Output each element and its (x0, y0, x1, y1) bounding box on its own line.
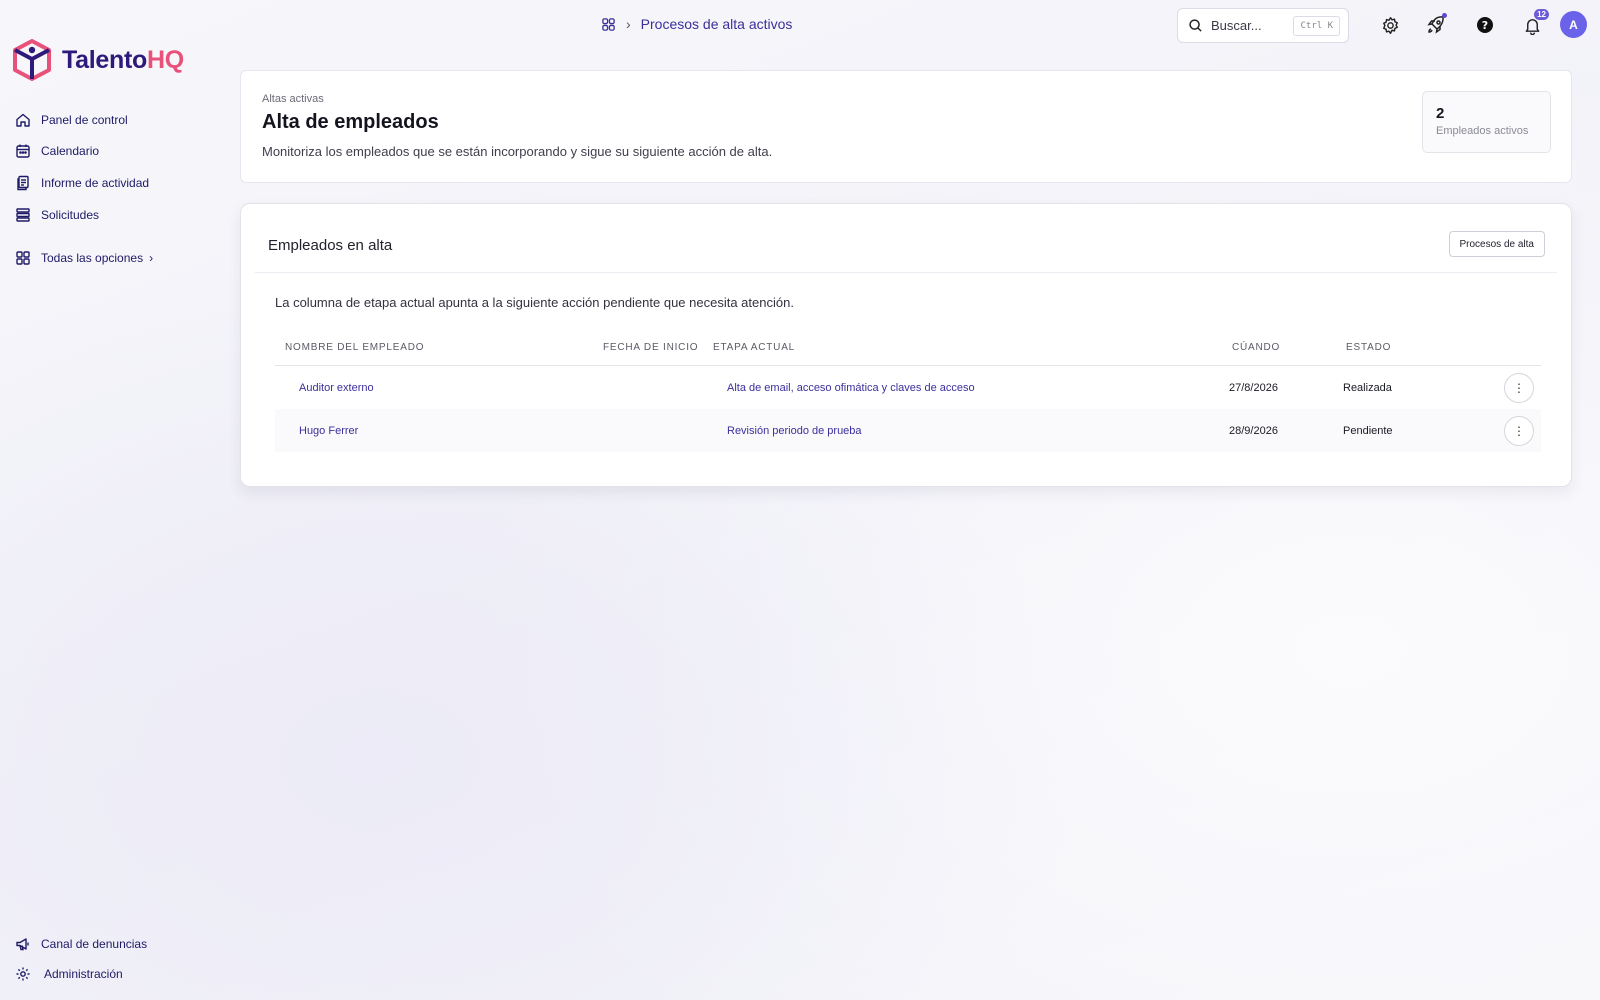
sidebar: TalentoHQ Panel de control Calendario In… (0, 0, 220, 1000)
sidebar-item-label: Administración (44, 967, 123, 981)
column-header-name[interactable]: NOMBRE DEL EMPLEADO (285, 342, 424, 353)
search-placeholder: Buscar... (1211, 18, 1262, 33)
help-icon: ? (1477, 17, 1493, 33)
list-icon (16, 208, 30, 222)
settings-button[interactable] (1379, 14, 1401, 36)
employee-name-link[interactable]: Auditor externo (299, 382, 374, 394)
home-icon (16, 113, 30, 127)
sidebar-item-dashboard[interactable]: Panel de control (15, 112, 128, 128)
sidebar-item-whistleblower-channel[interactable]: Canal de denuncias (15, 936, 147, 952)
search-icon (1189, 19, 1202, 32)
page-title: Alta de empleados (262, 111, 439, 133)
column-header-current-stage[interactable]: ETAPA ACTUAL (713, 342, 795, 353)
sidebar-item-label: Todas las opciones (41, 251, 144, 265)
when-cell: 27/8/2026 (1229, 382, 1278, 394)
chevron-right-icon: › (626, 16, 631, 32)
sidebar-item-calendar[interactable]: Calendario (15, 143, 99, 159)
user-avatar[interactable]: A (1560, 11, 1587, 38)
megaphone-icon (16, 938, 29, 951)
help-button[interactable]: ? (1474, 14, 1496, 36)
breadcrumb-current[interactable]: Procesos de alta activos (641, 16, 793, 32)
sidebar-item-administration[interactable]: Administración (15, 966, 123, 982)
apps-grid-icon[interactable] (601, 17, 616, 32)
onboarding-processes-button[interactable]: Procesos de alta (1448, 231, 1545, 257)
onboarding-rocket-button[interactable] (1425, 13, 1447, 36)
search-shortcut: Ctrl K (1293, 15, 1340, 36)
table-row: Hugo Ferrer Revisión periodo de prueba 2… (275, 409, 1541, 452)
sidebar-item-label: Panel de control (41, 113, 128, 127)
chevron-right-icon: › (149, 251, 154, 265)
sidebar-item-all-options[interactable]: Todas las opciones › (15, 250, 153, 266)
gear-icon (1382, 16, 1398, 34)
more-vertical-icon: ⋮ (1513, 381, 1525, 395)
page-subtitle: Monitoriza los empleados que se están in… (262, 144, 773, 159)
svg-text:?: ? (1482, 19, 1488, 32)
status-cell: Pendiente (1343, 425, 1393, 437)
notifications-count-badge: 12 (1534, 9, 1549, 20)
column-header-status[interactable]: ESTADO (1346, 342, 1391, 353)
notifications-button[interactable]: 12 (1521, 9, 1549, 36)
page-eyebrow: Altas activas (262, 93, 324, 105)
stat-value: 2 (1436, 105, 1445, 122)
brand-logo[interactable]: TalentoHQ (12, 39, 184, 81)
cube-logo-icon (13, 39, 51, 81)
sidebar-item-label: Informe de actividad (41, 176, 150, 190)
when-cell: 28/9/2026 (1229, 425, 1278, 437)
divider (255, 272, 1557, 273)
new-indicator-dot (1442, 13, 1447, 18)
current-stage-link[interactable]: Alta de email, acceso ofimática y claves… (727, 382, 975, 394)
report-icon (17, 175, 29, 191)
onboarding-employees-card: Empleados en alta Procesos de alta La co… (240, 203, 1572, 487)
status-cell: Realizada (1343, 382, 1392, 394)
sidebar-item-label: Solicitudes (41, 208, 100, 222)
search-input[interactable]: Buscar... Ctrl K (1177, 8, 1349, 43)
rocket-icon (1427, 16, 1444, 34)
column-header-when[interactable]: CÚANDO (1232, 342, 1280, 353)
sidebar-item-label: Calendario (41, 144, 100, 158)
more-vertical-icon: ⋮ (1513, 424, 1525, 438)
grid-icon (16, 251, 30, 265)
calendar-icon (16, 144, 30, 158)
sidebar-item-requests[interactable]: Solicitudes (15, 207, 99, 223)
table-note: La columna de etapa actual apunta a la s… (275, 295, 794, 310)
sidebar-item-label: Canal de denuncias (41, 937, 148, 951)
brand-name: TalentoHQ (62, 45, 184, 74)
row-actions-button[interactable]: ⋮ (1504, 373, 1534, 403)
column-header-start-date[interactable]: FECHA DE INICIO (603, 342, 698, 353)
employee-name-link[interactable]: Hugo Ferrer (299, 425, 358, 437)
sidebar-item-activity-report[interactable]: Informe de actividad (15, 175, 149, 191)
current-stage-link[interactable]: Revisión periodo de prueba (727, 425, 862, 437)
table-row: Auditor externo Alta de email, acceso of… (275, 366, 1541, 409)
active-employees-stat: 2 Empleados activos (1422, 91, 1551, 153)
breadcrumb: › Procesos de alta activos (601, 16, 792, 32)
page-header-card: Altas activas Alta de empleados Monitori… (240, 70, 1572, 183)
gear-icon (16, 967, 30, 981)
table-header: NOMBRE DEL EMPLEADO FECHA DE INICIO ETAP… (275, 342, 1541, 362)
card-title: Empleados en alta (268, 237, 393, 254)
stat-label: Empleados activos (1436, 125, 1529, 137)
row-actions-button[interactable]: ⋮ (1504, 416, 1534, 446)
